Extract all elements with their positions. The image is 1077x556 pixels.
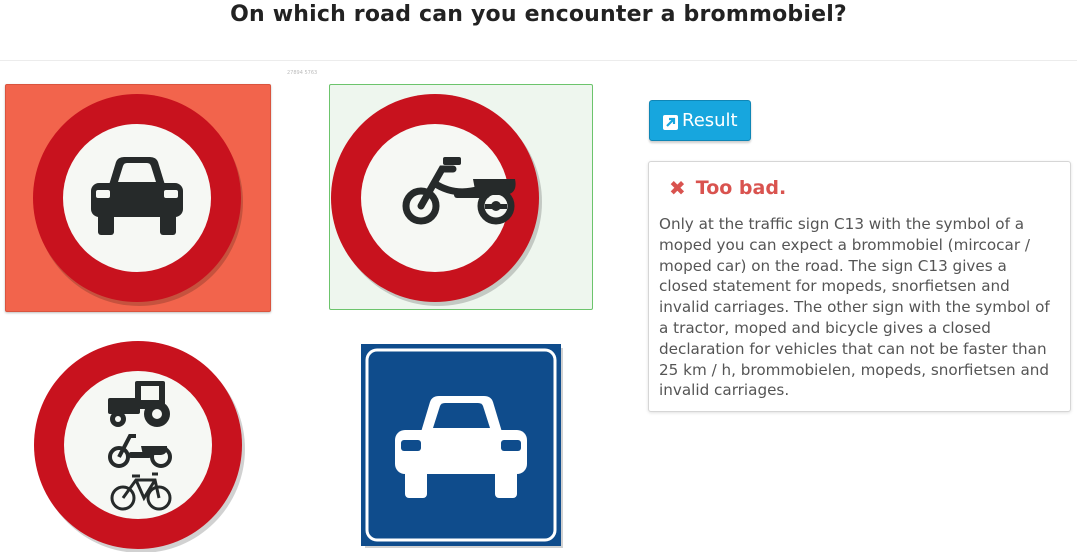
feedback-explanation: Only at the traffic sign C13 with the sy…: [659, 215, 1050, 400]
motorway-car-road-sign: [361, 344, 563, 548]
feedback-panel: ✖ Too bad. Only at the traffic sign C13 …: [648, 161, 1071, 412]
moped-prohibition-sign: [331, 94, 542, 306]
result-button[interactable]: Result: [649, 100, 751, 141]
answer-option-car-sign[interactable]: [5, 84, 271, 312]
watermark: 27894 5763: [287, 70, 318, 76]
car-prohibition-sign: [33, 94, 243, 306]
answer-option-tractor-moped-bicycle-sign[interactable]: [5, 336, 271, 552]
x-icon: ✖: [669, 176, 686, 200]
feedback-header: ✖ Too bad.: [669, 177, 786, 199]
feedback-title: Too bad.: [695, 177, 787, 199]
answer-option-moped-sign[interactable]: [329, 84, 593, 310]
answer-option-car-road-sign[interactable]: [329, 336, 593, 552]
divider: [0, 60, 1077, 61]
tractor-moped-bicycle-prohibition-sign: [34, 341, 245, 552]
external-link-icon: [663, 114, 678, 130]
result-button-label: Result: [682, 110, 738, 131]
question-title: On which road can you encounter a brommo…: [230, 2, 847, 27]
